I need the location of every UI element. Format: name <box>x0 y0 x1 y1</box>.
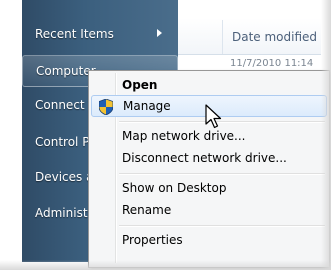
uac-shield-icon <box>99 99 113 115</box>
start-item-label: Devices a <box>35 170 94 184</box>
menu-item-show-on-desktop[interactable]: Show on Desktop <box>91 177 327 199</box>
column-separator[interactable] <box>222 20 223 54</box>
menu-item-label: Properties <box>122 233 183 247</box>
menu-item-label: Map network drive... <box>122 129 246 143</box>
start-item-label: Administr <box>35 206 93 220</box>
start-item-label: Control P <box>35 135 90 149</box>
menu-item-disconnect-network-drive[interactable]: Disconnect network drive... <box>91 147 327 169</box>
file-row-date: 11/7/2010 11:14 <box>230 58 314 69</box>
start-item-label: Connect T <box>35 98 96 112</box>
frame-shadow-right <box>321 0 331 270</box>
frame-shadow-bottom <box>0 260 331 270</box>
menu-item-label: Open <box>122 78 158 92</box>
menu-item-open[interactable]: Open <box>91 74 327 96</box>
start-item-label: Recent Items <box>35 27 114 41</box>
screenshot-frame: Recent Items Computer Connect T Control … <box>0 0 331 270</box>
menu-item-label: Rename <box>122 203 172 217</box>
menu-separator <box>119 225 325 227</box>
menu-item-label: Show on Desktop <box>122 181 227 195</box>
start-item-label: Computer <box>36 64 96 78</box>
start-item-recent-items[interactable]: Recent Items <box>22 18 178 50</box>
context-menu: Open Manage Map network drive... Disconn… <box>88 70 330 268</box>
mouse-pointer-icon <box>205 104 222 129</box>
submenu-arrow-icon <box>157 29 162 37</box>
menu-separator <box>119 173 325 175</box>
menu-item-rename[interactable]: Rename <box>91 199 327 221</box>
menu-item-properties[interactable]: Properties <box>91 229 327 251</box>
menu-item-label: Disconnect network drive... <box>122 151 287 165</box>
menu-item-label: Manage <box>123 99 171 113</box>
column-header-date-modified[interactable]: Date modified <box>232 30 317 44</box>
